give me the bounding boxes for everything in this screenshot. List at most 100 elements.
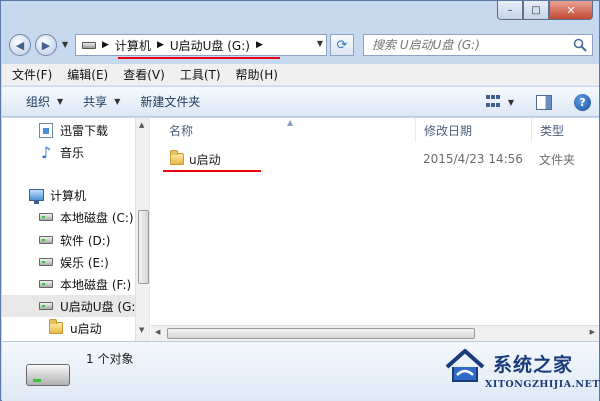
breadcrumb-usb-drive[interactable]: U启动U盘 (G:) <box>170 37 250 54</box>
caption-buttons: – □ ✕ <box>497 1 593 21</box>
scroll-down-icon[interactable]: ▼ <box>139 326 144 334</box>
nav-item-computer[interactable]: 计算机 <box>2 184 135 206</box>
arrow-right-icon: ▶ <box>41 38 51 52</box>
search-input[interactable] <box>364 38 564 52</box>
scroll-left-icon[interactable]: ◀ <box>155 328 160 336</box>
address-dropdown-icon[interactable]: ▼ <box>317 39 323 48</box>
usb-drive-icon <box>26 364 70 386</box>
column-headers: 名称 ▲ 修改日期 类型 <box>151 118 599 142</box>
forward-button[interactable]: ▶ <box>35 34 57 56</box>
nav-item-label: 迅雷下载 <box>60 123 109 138</box>
organize-label: 组织 <box>26 95 51 109</box>
toolbar-right: ▼ ? <box>485 87 599 117</box>
close-button[interactable]: ✕ <box>549 1 593 20</box>
address-row: ◀ ▶ ▼ ▶ 计算机 ▶ U启动U盘 (G:) ▶ ▼ ⟳ <box>7 31 595 59</box>
chevron-down-icon: ▼ <box>114 97 121 106</box>
nav-item-xunlei-downloads[interactable]: 迅雷下载 <box>2 119 135 141</box>
menu-edit[interactable]: 编辑(E) <box>67 66 108 83</box>
computer-icon <box>28 187 44 204</box>
breadcrumb-separator-icon[interactable]: ▶ <box>256 40 263 50</box>
horizontal-scrollbar[interactable]: ◀ ▶ <box>151 325 599 341</box>
back-button[interactable]: ◀ <box>9 34 31 56</box>
navigation-pane: 迅雷下载 ♪ 音乐 计算机 本地磁盘 (C:) 软件 (D:) 娱乐 (E:) <box>2 118 150 341</box>
nav-item-usb-drive-g[interactable]: U启动U盘 (G:) <box>2 295 140 317</box>
music-icon: ♪ <box>40 142 52 162</box>
scroll-up-icon[interactable]: ▲ <box>139 121 144 129</box>
refresh-button[interactable]: ⟳ <box>330 34 354 56</box>
search-icon[interactable] <box>572 37 588 53</box>
file-name: u启动 <box>189 152 221 167</box>
help-icon[interactable]: ? <box>574 93 591 111</box>
preview-pane-icon[interactable] <box>536 94 552 110</box>
menu-file[interactable]: 文件(F) <box>12 66 52 83</box>
menu-view[interactable]: 查看(V) <box>123 66 165 83</box>
column-header-date[interactable]: 修改日期 <box>415 118 531 142</box>
column-name-label: 名称 <box>169 123 194 138</box>
nav-item-label: 本地磁盘 (F:) <box>60 277 132 292</box>
nav-item-label: 计算机 <box>50 188 87 203</box>
scroll-right-icon[interactable]: ▶ <box>590 328 595 336</box>
breadcrumb-separator-icon[interactable]: ▶ <box>102 40 109 50</box>
organize-button[interactable]: 组织 ▼ <box>26 93 63 110</box>
drive-icon <box>38 209 54 225</box>
view-dropdown-icon[interactable]: ▼ <box>508 98 514 107</box>
scrollbar-thumb[interactable] <box>138 210 149 284</box>
search-box[interactable] <box>363 34 593 56</box>
watermark: 系统之家 XITONGZHIJIA.NET <box>433 341 599 401</box>
file-row[interactable]: u启动 2015/4/23 14:56 文件夹 <box>159 148 593 170</box>
share-button[interactable]: 共享 ▼ <box>83 93 120 110</box>
share-label: 共享 <box>83 95 108 109</box>
drive-icon <box>38 254 54 270</box>
breadcrumb-computer[interactable]: 计算机 <box>115 37 151 54</box>
nav-item-music[interactable]: ♪ 音乐 <box>2 141 135 163</box>
download-folder-icon <box>38 122 54 138</box>
nav-item-drive-c[interactable]: 本地磁盘 (C:) <box>2 206 135 228</box>
column-type-label: 类型 <box>540 123 565 138</box>
new-folder-button[interactable]: 新建文件夹 <box>140 93 200 110</box>
explorer-window: – □ ✕ ◀ ▶ ▼ ▶ 计算机 ▶ U启动U盘 (G:) ▶ ▼ ⟳ 文件(… <box>0 0 600 401</box>
column-header-type[interactable]: 类型 <box>531 118 599 142</box>
nav-item-drive-e[interactable]: 娱乐 (E:) <box>2 251 135 273</box>
nav-item-drive-d[interactable]: 软件 (D:) <box>2 229 135 251</box>
minimize-button[interactable]: – <box>497 1 523 20</box>
nav-pane-scrollbar[interactable]: ▲ ▼ <box>135 118 149 341</box>
file-list-pane: 名称 ▲ 修改日期 类型 u启动 2015/4/23 14:56 文件夹 ◀ ▶ <box>151 118 599 341</box>
drive-icon <box>38 232 54 248</box>
file-date: 2015/4/23 14:56 <box>423 152 523 166</box>
file-type: 文件夹 <box>539 152 576 167</box>
command-bar: 组织 ▼ 共享 ▼ 新建文件夹 ▼ ? <box>2 87 599 117</box>
arrow-left-icon: ◀ <box>15 38 25 52</box>
nav-item-label: 软件 (D:) <box>60 233 111 248</box>
column-header-name[interactable]: 名称 <box>151 118 415 142</box>
nav-item-label: U启动U盘 (G:) <box>60 299 141 314</box>
item-count: 1 个对象 <box>86 352 134 366</box>
menu-help[interactable]: 帮助(H) <box>236 66 278 83</box>
drive-icon <box>82 41 96 49</box>
menu-bar: 文件(F) 编辑(E) 查看(V) 工具(T) 帮助(H) <box>2 64 599 86</box>
usb-drive-icon <box>38 298 54 314</box>
new-folder-label: 新建文件夹 <box>140 95 201 109</box>
nav-item-label: 本地磁盘 (C:) <box>60 210 134 225</box>
nav-item-drive-f[interactable]: 本地磁盘 (F:) <box>2 273 135 295</box>
scrollbar-thumb[interactable] <box>167 328 475 339</box>
drive-icon <box>38 276 54 292</box>
menu-tools[interactable]: 工具(T) <box>180 66 221 83</box>
folder-icon <box>169 150 185 167</box>
maximize-button[interactable]: □ <box>523 1 549 20</box>
highlight-underline <box>163 170 261 172</box>
recent-pages-dropdown[interactable]: ▼ <box>62 40 68 49</box>
house-logo-icon <box>445 349 485 382</box>
refresh-icon: ⟳ <box>336 37 348 53</box>
breadcrumb-separator-icon[interactable]: ▶ <box>157 40 164 50</box>
folder-icon <box>48 319 64 336</box>
watermark-name: 系统之家 <box>493 354 574 376</box>
nav-item-label: 音乐 <box>60 145 85 160</box>
nav-item-folder-uqidong[interactable]: u启动 <box>2 317 135 339</box>
view-options-icon[interactable] <box>485 95 502 109</box>
chevron-down-icon: ▼ <box>57 97 64 106</box>
highlight-underline <box>118 57 280 59</box>
address-bar[interactable]: ▶ 计算机 ▶ U启动U盘 (G:) ▶ ▼ <box>75 34 327 56</box>
watermark-url: XITONGZHIJIA.NET <box>485 379 600 390</box>
content-area: 迅雷下载 ♪ 音乐 计算机 本地磁盘 (C:) 软件 (D:) 娱乐 (E:) <box>2 118 599 341</box>
column-date-label: 修改日期 <box>424 123 473 138</box>
